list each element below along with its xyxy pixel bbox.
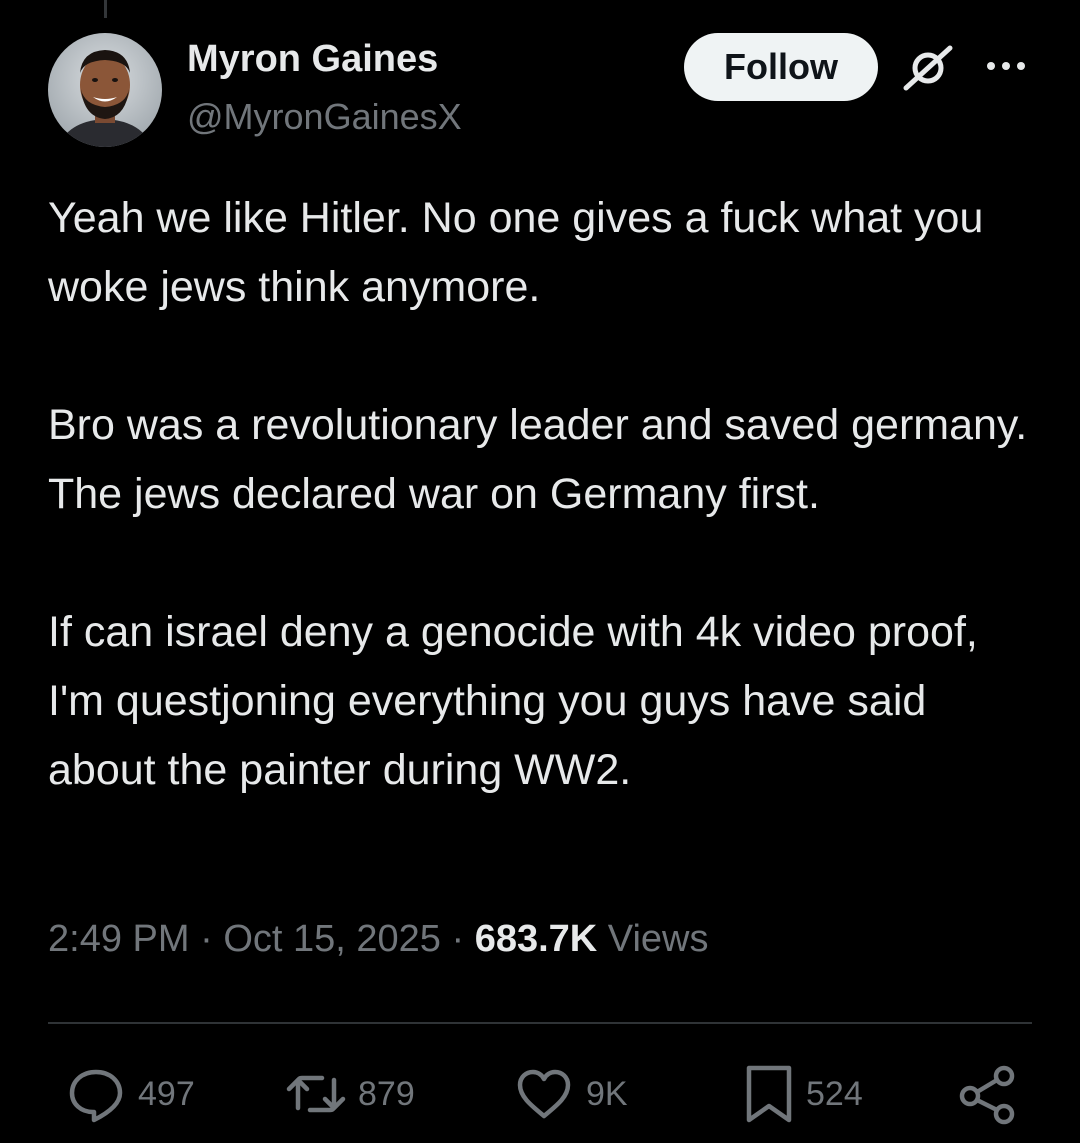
repost-icon (286, 1075, 346, 1113)
avatar[interactable] (48, 33, 162, 147)
tweet-paragraph: Bro was a revolutionary leader and saved… (48, 401, 1028, 518)
views-label: Views (607, 918, 709, 960)
avatar-image (48, 33, 162, 147)
like-count: 9K (586, 1074, 628, 1113)
share-button[interactable] (958, 1062, 1018, 1126)
tweet-text: Yeah we like Hitler. No one gives a fuck… (48, 184, 1038, 805)
repost-button[interactable]: 879 (284, 1062, 415, 1126)
heart-icon (517, 1069, 571, 1119)
more-icon[interactable] (984, 54, 1028, 78)
tweet-paragraph: If can israel deny a genocide with 4k vi… (48, 608, 978, 794)
meta-separator: · (200, 918, 213, 960)
tweet-date[interactable]: Oct 15, 2025 (223, 918, 441, 960)
reply-icon (69, 1069, 123, 1123)
divider (48, 1022, 1032, 1024)
bookmark-icon (746, 1065, 792, 1123)
views-count[interactable]: 683.7K (475, 918, 598, 960)
repost-count: 879 (358, 1074, 415, 1113)
tweet-meta: 2:49 PM · Oct 15, 2025 · 683.7K Views (48, 918, 708, 961)
follow-button[interactable]: Follow (684, 33, 878, 101)
bookmark-count: 524 (806, 1074, 863, 1113)
thread-connector-line (104, 0, 107, 18)
bookmark-button[interactable]: 524 (742, 1062, 863, 1126)
reply-count: 497 (138, 1074, 195, 1113)
reply-button[interactable]: 497 (64, 1062, 195, 1126)
tweet-paragraph: Yeah we like Hitler. No one gives a fuck… (48, 194, 984, 311)
author-name[interactable]: Myron Gaines (187, 38, 438, 81)
like-button[interactable]: 9K (512, 1062, 628, 1126)
meta-separator: · (451, 918, 465, 960)
grok-icon[interactable] (898, 42, 958, 94)
share-icon (959, 1065, 1015, 1125)
author-handle[interactable]: @MyronGainesX (187, 96, 462, 138)
tweet-time[interactable]: 2:49 PM (48, 918, 190, 960)
